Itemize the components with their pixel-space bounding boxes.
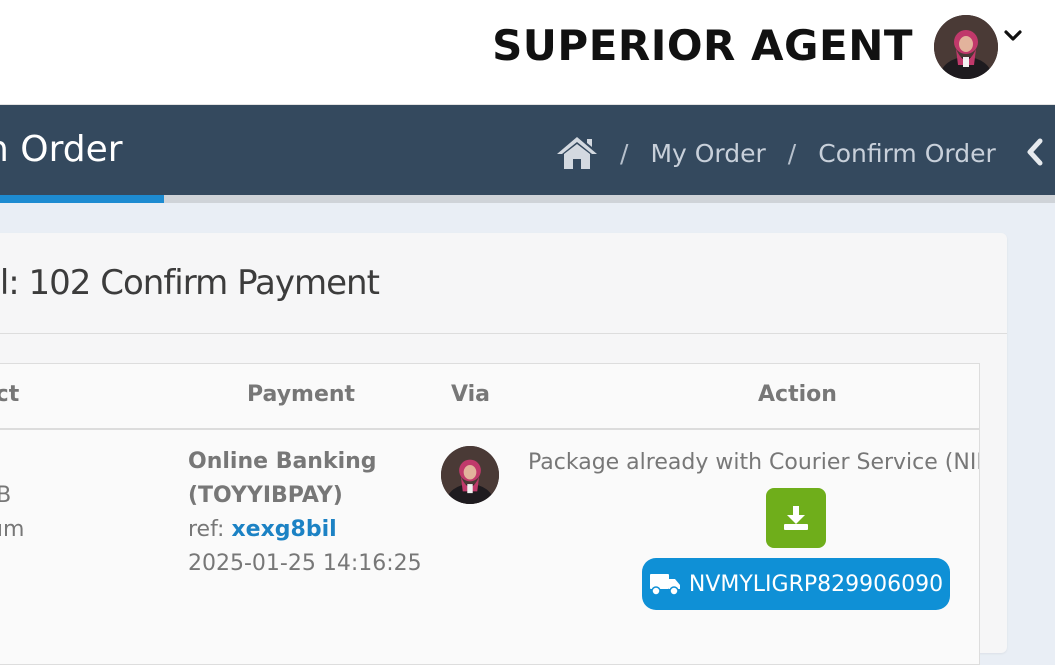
payment-datetime: 2025-01-25 14:16:25 (188, 551, 422, 576)
breadcrumb-my-order[interactable]: My Order (650, 139, 765, 168)
chevron-down-icon[interactable] (1003, 26, 1023, 46)
breadcrumb-separator: / (787, 138, 797, 168)
tracking-number: NVMYLIGRP829906090 (688, 571, 944, 597)
chevron-left-icon[interactable] (1022, 135, 1048, 169)
product-line-1: UB (0, 483, 12, 508)
home-icon[interactable] (556, 135, 598, 171)
truck-icon (649, 574, 680, 596)
download-icon (784, 506, 808, 530)
column-header-via[interactable]: Via (451, 382, 490, 407)
card-divider (0, 333, 1007, 334)
top-header: SUPERIOR AGENT (0, 0, 1055, 105)
breadcrumb: / My Order / Confirm Order (556, 133, 996, 173)
page-title-bar: n Order / My Order / Confirm Order (0, 105, 1055, 195)
ref-link[interactable]: xexg8bil (231, 517, 336, 542)
download-button[interactable] (766, 488, 826, 548)
action-status: Package already with Courier Service (NI… (528, 450, 979, 475)
tracking-number-button[interactable]: NVMYLIGRP829906090 (642, 558, 950, 610)
via-avatar (441, 446, 499, 504)
payment-ref: ref: xexg8bil (188, 513, 337, 547)
orders-table: uct Payment Via Action UB rum Online Ban… (0, 363, 980, 665)
user-avatar[interactable] (934, 15, 998, 79)
ref-label: ref: (188, 517, 225, 542)
user-name[interactable]: SUPERIOR AGENT (492, 18, 913, 74)
payment-gateway: (TOYYIBPAY) (188, 483, 343, 508)
breadcrumb-confirm-order: Confirm Order (818, 138, 996, 168)
page-title: n Order (0, 129, 123, 170)
page-progress-fill (0, 195, 164, 203)
column-header-action[interactable]: Action (758, 382, 837, 407)
card-title: al: 102 Confirm Payment (0, 263, 380, 303)
column-header-payment[interactable]: Payment (247, 382, 355, 407)
breadcrumb-separator: / (620, 138, 629, 168)
payment-method: Online Banking (188, 449, 377, 474)
product-line-2: rum (0, 517, 25, 542)
table-header: uct Payment Via Action (0, 364, 979, 430)
column-header-product[interactable]: uct (0, 382, 19, 407)
page-progress-track (0, 195, 1055, 203)
